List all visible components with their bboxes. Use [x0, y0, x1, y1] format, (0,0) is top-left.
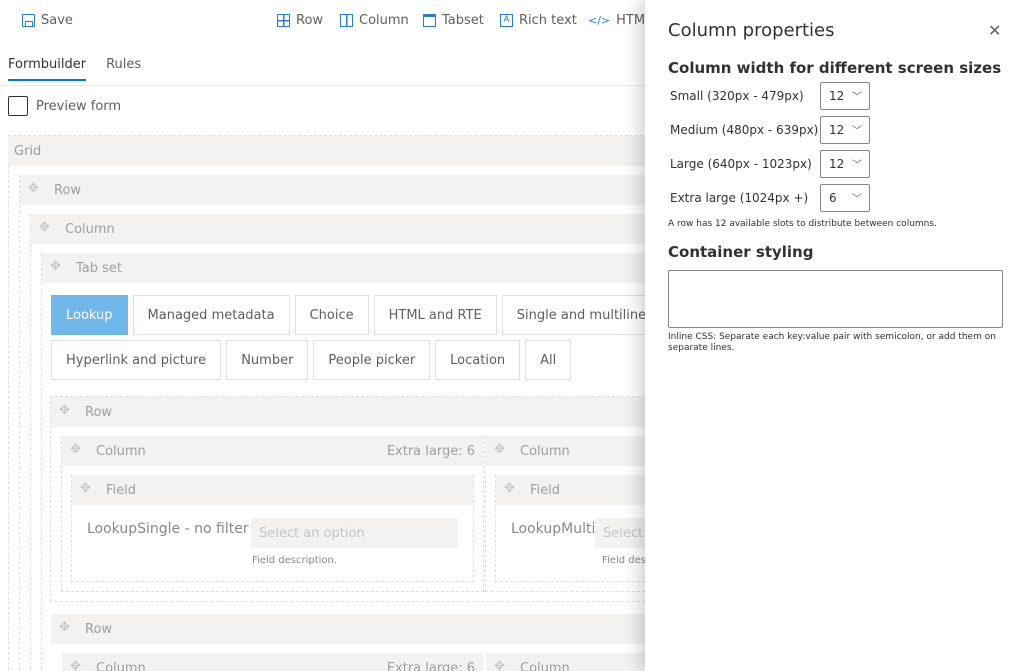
tabset-tab-people-picker[interactable]: People picker	[313, 340, 431, 380]
slots-note: A row has 12 available slots to distribu…	[668, 219, 937, 229]
tabset-tab-managed-metadata[interactable]: Managed metadata	[132, 295, 290, 335]
tabset-tabs-row-1: Lookup Managed metadata Choice HTML and …	[51, 295, 735, 335]
field-2-select[interactable]: Select	[595, 518, 645, 548]
field-2-label: LookupMulti	[511, 521, 596, 537]
column-width-badge: Extra large: 6	[386, 443, 475, 459]
column-4-header[interactable]: Column	[486, 653, 645, 671]
save-button[interactable]: Save	[22, 13, 73, 28]
container-styling-help: Inline CSS: Separate each key:value pair…	[668, 332, 996, 353]
chevron-down-icon: ﹀	[852, 92, 862, 103]
inner-row-header[interactable]: Row	[51, 397, 645, 427]
tabset-icon	[423, 14, 436, 27]
drag-handle-icon[interactable]	[59, 620, 73, 636]
field-2-description: Field des	[602, 555, 646, 566]
width-row-small: Small (320px - 479px) 12 ﹀	[670, 82, 870, 110]
add-html-button[interactable]: </> HTML	[588, 13, 652, 28]
width-label-medium: Medium (480px - 639px)	[670, 123, 819, 137]
column-width-heading: Column width for different screen sizes	[668, 59, 1002, 77]
tabset-tab-location[interactable]: Location	[435, 340, 521, 380]
tab-rules[interactable]: Rules	[106, 57, 141, 81]
width-row-extra-large: Extra large (1024px +) 6 ﹀	[670, 184, 870, 212]
inner-row-2-header[interactable]: Row	[51, 614, 645, 644]
code-icon: </>	[588, 14, 611, 27]
field-1-label: LookupSingle - no filter	[87, 521, 249, 537]
drag-handle-icon[interactable]	[494, 442, 508, 458]
preview-label: Preview form	[36, 98, 122, 114]
width-select-small[interactable]: 12 ﹀	[820, 82, 870, 110]
drag-handle-icon[interactable]	[50, 259, 64, 275]
width-select-extra-large[interactable]: 6 ﹀	[820, 184, 870, 212]
container-styling-heading: Container styling	[668, 243, 814, 261]
main-tabs: Formbuilder Rules	[8, 57, 141, 81]
width-select-large[interactable]: 12 ﹀	[820, 150, 870, 178]
chevron-down-icon: ﹀	[852, 126, 862, 137]
column-icon	[340, 14, 353, 27]
tabset-tab-hyperlink-picture[interactable]: Hyperlink and picture	[51, 340, 222, 380]
preview-checkbox[interactable]	[8, 96, 28, 116]
add-rich-text-button[interactable]: A Rich text	[500, 13, 577, 28]
width-select-medium[interactable]: 12 ﹀	[820, 116, 870, 144]
field-1-description: Field description.	[252, 555, 338, 566]
add-tabset-button[interactable]: Tabset	[423, 13, 484, 28]
preview-form-toggle[interactable]: Preview form	[8, 96, 121, 116]
tab-formbuilder[interactable]: Formbuilder	[8, 57, 87, 81]
add-row-button[interactable]: Row	[277, 13, 323, 28]
field-1-header[interactable]: Field	[72, 475, 473, 505]
width-label-large: Large (640px - 1023px)	[670, 157, 812, 171]
drag-handle-icon[interactable]	[70, 659, 84, 671]
row-header[interactable]: Row	[20, 175, 645, 205]
close-icon[interactable]: ✕	[988, 21, 1001, 40]
column-width-badge: Extra large: 6	[386, 660, 475, 671]
add-column-button[interactable]: Column	[340, 13, 409, 28]
column-2-header[interactable]: Column	[486, 436, 645, 466]
grid-header[interactable]: Grid	[8, 136, 645, 166]
tabset-tab-all[interactable]: All	[525, 340, 572, 380]
tabset-header[interactable]: Tab set	[42, 253, 645, 283]
width-label-extra-large: Extra large (1024px +)	[670, 191, 809, 205]
chevron-down-icon: ﹀	[852, 160, 862, 171]
tabset-tab-choice[interactable]: Choice	[294, 295, 369, 335]
save-icon	[22, 14, 35, 27]
drag-handle-icon[interactable]	[39, 220, 53, 236]
drag-handle-icon[interactable]	[80, 481, 94, 497]
chevron-down-icon: ﹀	[852, 194, 862, 205]
drag-handle-icon[interactable]	[59, 403, 73, 419]
tabset-tab-lookup[interactable]: Lookup	[51, 295, 128, 335]
width-row-medium: Medium (480px - 639px) 12 ﹀	[670, 116, 870, 144]
row-icon	[277, 14, 290, 27]
drag-handle-icon[interactable]	[494, 659, 508, 671]
width-row-large: Large (640px - 1023px) 12 ﹀	[670, 150, 870, 178]
drag-handle-icon[interactable]	[70, 442, 84, 458]
rich-text-icon: A	[500, 14, 513, 27]
toolbar: Save Row Column Tabset A Rich text </> H…	[0, 0, 652, 42]
field-1-select[interactable]: Select an option	[251, 518, 458, 548]
tabset-tab-number[interactable]: Number	[226, 340, 309, 380]
tab-divider	[0, 85, 645, 86]
column-3-header[interactable]: Column Extra large: 6	[62, 653, 483, 671]
column-1-header[interactable]: Column Extra large: 6	[62, 436, 483, 466]
tabset-tab-html-rte[interactable]: HTML and RTE	[373, 295, 497, 335]
panel-title: Column properties	[668, 20, 835, 41]
tabset-tabs-row-2: Hyperlink and picture Number People pick…	[51, 340, 572, 380]
field-2-header[interactable]: Field	[496, 475, 645, 505]
column-header[interactable]: Column	[31, 214, 645, 244]
width-label-small: Small (320px - 479px)	[670, 89, 804, 103]
column-properties-panel: Column properties ✕ Column width for dif…	[645, 0, 1024, 671]
drag-handle-icon[interactable]	[28, 181, 42, 197]
container-styling-input[interactable]	[668, 270, 1003, 328]
drag-handle-icon[interactable]	[504, 481, 518, 497]
